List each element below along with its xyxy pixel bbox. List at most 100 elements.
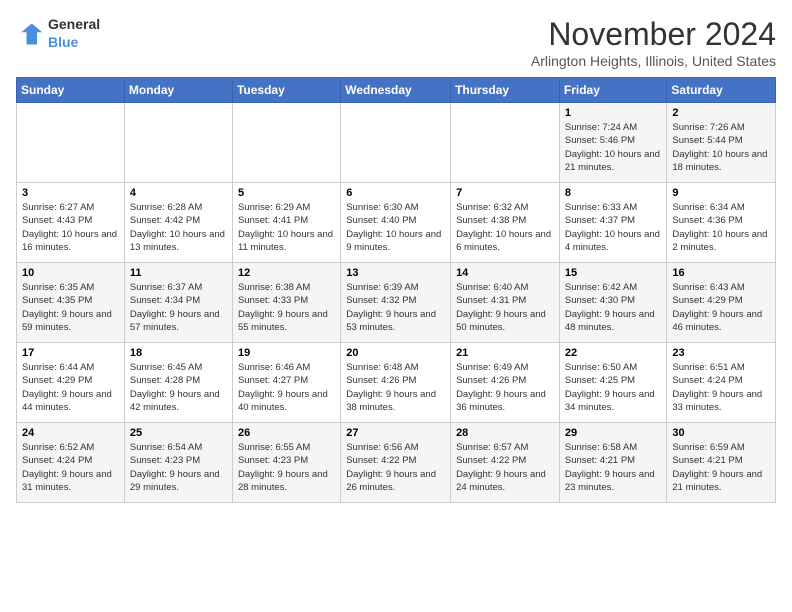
day-number: 3 (22, 187, 119, 199)
logo: General Blue (16, 16, 100, 52)
day-detail: Sunrise: 7:26 AMSunset: 5:44 PMDaylight:… (672, 122, 767, 173)
weekday-header-thursday: Thursday (451, 78, 560, 103)
day-cell: 29 Sunrise: 6:58 AMSunset: 4:21 PMDaylig… (559, 423, 667, 503)
day-detail: Sunrise: 6:40 AMSunset: 4:31 PMDaylight:… (456, 282, 546, 333)
day-cell: 27 Sunrise: 6:56 AMSunset: 4:22 PMDaylig… (341, 423, 451, 503)
weekday-header-friday: Friday (559, 78, 667, 103)
day-number: 17 (22, 347, 119, 359)
week-row-1: 1 Sunrise: 7:24 AMSunset: 5:46 PMDayligh… (17, 103, 776, 183)
day-cell: 21 Sunrise: 6:49 AMSunset: 4:26 PMDaylig… (451, 343, 560, 423)
day-number: 4 (130, 187, 227, 199)
day-detail: Sunrise: 6:59 AMSunset: 4:21 PMDaylight:… (672, 442, 762, 493)
weekday-header-row: SundayMondayTuesdayWednesdayThursdayFrid… (17, 78, 776, 103)
day-cell (341, 103, 451, 183)
day-detail: Sunrise: 6:29 AMSunset: 4:41 PMDaylight:… (238, 202, 333, 253)
day-detail: Sunrise: 6:42 AMSunset: 4:30 PMDaylight:… (565, 282, 655, 333)
weekday-header-monday: Monday (124, 78, 232, 103)
week-row-2: 3 Sunrise: 6:27 AMSunset: 4:43 PMDayligh… (17, 183, 776, 263)
day-detail: Sunrise: 6:46 AMSunset: 4:27 PMDaylight:… (238, 362, 328, 413)
day-detail: Sunrise: 6:34 AMSunset: 4:36 PMDaylight:… (672, 202, 767, 253)
day-number: 29 (565, 427, 662, 439)
day-number: 11 (130, 267, 227, 279)
day-cell: 8 Sunrise: 6:33 AMSunset: 4:37 PMDayligh… (559, 183, 667, 263)
day-cell: 23 Sunrise: 6:51 AMSunset: 4:24 PMDaylig… (667, 343, 776, 423)
day-detail: Sunrise: 6:45 AMSunset: 4:28 PMDaylight:… (130, 362, 220, 413)
logo-icon (16, 20, 44, 48)
day-number: 21 (456, 347, 554, 359)
day-number: 9 (672, 187, 770, 199)
day-number: 23 (672, 347, 770, 359)
day-detail: Sunrise: 6:57 AMSunset: 4:22 PMDaylight:… (456, 442, 546, 493)
day-detail: Sunrise: 6:27 AMSunset: 4:43 PMDaylight:… (22, 202, 117, 253)
day-number: 27 (346, 427, 445, 439)
day-number: 15 (565, 267, 662, 279)
day-number: 22 (565, 347, 662, 359)
day-cell: 2 Sunrise: 7:26 AMSunset: 5:44 PMDayligh… (667, 103, 776, 183)
day-cell: 22 Sunrise: 6:50 AMSunset: 4:25 PMDaylig… (559, 343, 667, 423)
day-cell: 24 Sunrise: 6:52 AMSunset: 4:24 PMDaylig… (17, 423, 125, 503)
day-cell: 13 Sunrise: 6:39 AMSunset: 4:32 PMDaylig… (341, 263, 451, 343)
page-header: General Blue November 2024 Arlington Hei… (16, 16, 776, 69)
day-number: 16 (672, 267, 770, 279)
day-cell: 17 Sunrise: 6:44 AMSunset: 4:29 PMDaylig… (17, 343, 125, 423)
day-number: 20 (346, 347, 445, 359)
day-detail: Sunrise: 6:56 AMSunset: 4:22 PMDaylight:… (346, 442, 436, 493)
day-cell: 7 Sunrise: 6:32 AMSunset: 4:38 PMDayligh… (451, 183, 560, 263)
week-row-5: 24 Sunrise: 6:52 AMSunset: 4:24 PMDaylig… (17, 423, 776, 503)
day-detail: Sunrise: 6:32 AMSunset: 4:38 PMDaylight:… (456, 202, 551, 253)
weekday-header-sunday: Sunday (17, 78, 125, 103)
day-number: 6 (346, 187, 445, 199)
day-cell: 11 Sunrise: 6:37 AMSunset: 4:34 PMDaylig… (124, 263, 232, 343)
day-detail: Sunrise: 6:44 AMSunset: 4:29 PMDaylight:… (22, 362, 112, 413)
day-number: 18 (130, 347, 227, 359)
day-detail: Sunrise: 6:58 AMSunset: 4:21 PMDaylight:… (565, 442, 655, 493)
day-detail: Sunrise: 6:55 AMSunset: 4:23 PMDaylight:… (238, 442, 328, 493)
day-cell: 4 Sunrise: 6:28 AMSunset: 4:42 PMDayligh… (124, 183, 232, 263)
day-cell: 9 Sunrise: 6:34 AMSunset: 4:36 PMDayligh… (667, 183, 776, 263)
day-detail: Sunrise: 6:43 AMSunset: 4:29 PMDaylight:… (672, 282, 762, 333)
day-detail: Sunrise: 6:33 AMSunset: 4:37 PMDaylight:… (565, 202, 660, 253)
day-number: 8 (565, 187, 662, 199)
day-cell: 10 Sunrise: 6:35 AMSunset: 4:35 PMDaylig… (17, 263, 125, 343)
week-row-4: 17 Sunrise: 6:44 AMSunset: 4:29 PMDaylig… (17, 343, 776, 423)
day-cell: 25 Sunrise: 6:54 AMSunset: 4:23 PMDaylig… (124, 423, 232, 503)
day-cell (124, 103, 232, 183)
day-cell: 1 Sunrise: 7:24 AMSunset: 5:46 PMDayligh… (559, 103, 667, 183)
day-cell: 28 Sunrise: 6:57 AMSunset: 4:22 PMDaylig… (451, 423, 560, 503)
day-number: 12 (238, 267, 335, 279)
day-cell: 16 Sunrise: 6:43 AMSunset: 4:29 PMDaylig… (667, 263, 776, 343)
day-number: 13 (346, 267, 445, 279)
day-cell: 20 Sunrise: 6:48 AMSunset: 4:26 PMDaylig… (341, 343, 451, 423)
calendar-table: SundayMondayTuesdayWednesdayThursdayFrid… (16, 77, 776, 503)
day-cell: 19 Sunrise: 6:46 AMSunset: 4:27 PMDaylig… (232, 343, 340, 423)
logo-blue: Blue (48, 34, 78, 50)
title-area: November 2024 Arlington Heights, Illinoi… (531, 16, 776, 69)
day-detail: Sunrise: 6:54 AMSunset: 4:23 PMDaylight:… (130, 442, 220, 493)
day-cell (451, 103, 560, 183)
month-title: November 2024 (531, 16, 776, 53)
location-title: Arlington Heights, Illinois, United Stat… (531, 53, 776, 69)
day-number: 19 (238, 347, 335, 359)
day-detail: Sunrise: 6:51 AMSunset: 4:24 PMDaylight:… (672, 362, 762, 413)
day-detail: Sunrise: 6:37 AMSunset: 4:34 PMDaylight:… (130, 282, 220, 333)
day-cell: 26 Sunrise: 6:55 AMSunset: 4:23 PMDaylig… (232, 423, 340, 503)
day-number: 5 (238, 187, 335, 199)
day-number: 1 (565, 107, 662, 119)
day-number: 7 (456, 187, 554, 199)
day-cell: 14 Sunrise: 6:40 AMSunset: 4:31 PMDaylig… (451, 263, 560, 343)
day-cell (232, 103, 340, 183)
day-detail: Sunrise: 6:48 AMSunset: 4:26 PMDaylight:… (346, 362, 436, 413)
day-detail: Sunrise: 6:49 AMSunset: 4:26 PMDaylight:… (456, 362, 546, 413)
day-detail: Sunrise: 6:30 AMSunset: 4:40 PMDaylight:… (346, 202, 441, 253)
day-detail: Sunrise: 6:39 AMSunset: 4:32 PMDaylight:… (346, 282, 436, 333)
weekday-header-tuesday: Tuesday (232, 78, 340, 103)
weekday-header-saturday: Saturday (667, 78, 776, 103)
day-number: 25 (130, 427, 227, 439)
day-number: 2 (672, 107, 770, 119)
day-detail: Sunrise: 7:24 AMSunset: 5:46 PMDaylight:… (565, 122, 660, 173)
day-number: 10 (22, 267, 119, 279)
day-detail: Sunrise: 6:28 AMSunset: 4:42 PMDaylight:… (130, 202, 225, 253)
day-detail: Sunrise: 6:38 AMSunset: 4:33 PMDaylight:… (238, 282, 328, 333)
day-number: 14 (456, 267, 554, 279)
day-number: 26 (238, 427, 335, 439)
